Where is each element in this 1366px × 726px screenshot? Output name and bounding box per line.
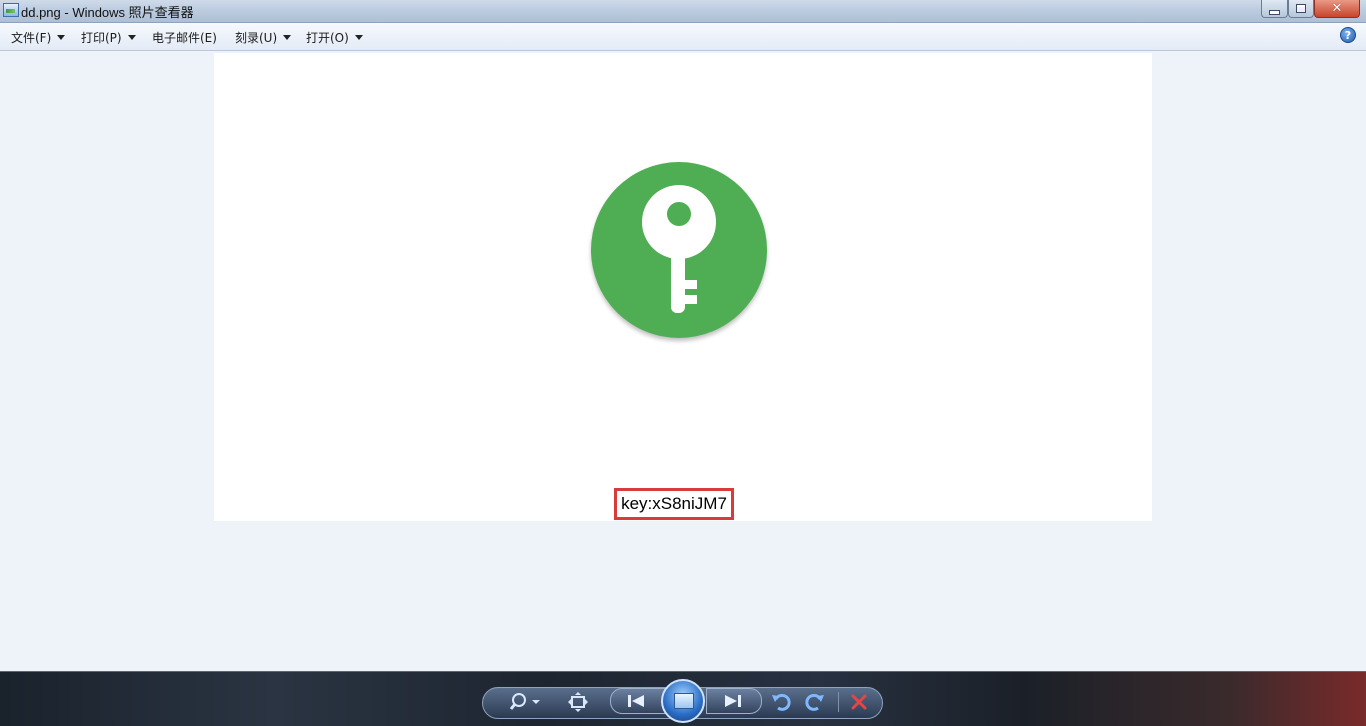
key-glyph xyxy=(642,185,717,313)
menu-print-label: 打印(P) xyxy=(81,31,122,45)
restore-icon xyxy=(1296,4,1306,13)
menu-file-label: 文件(F) xyxy=(11,31,52,45)
displayed-image: key:xS8niJM7 xyxy=(214,53,1152,521)
window-title: dd.png - Windows 照片查看器 xyxy=(21,5,194,20)
fit-window-icon xyxy=(568,692,588,712)
control-separator xyxy=(838,692,839,712)
chevron-down-icon xyxy=(354,35,363,40)
menu-burn[interactable]: 刻录(U) xyxy=(235,29,292,46)
menu-print[interactable]: 打印(P) xyxy=(81,29,136,46)
key-icon xyxy=(591,162,767,338)
menu-email-label: 电子邮件(E) xyxy=(152,31,217,45)
help-icon[interactable]: ? xyxy=(1340,27,1356,43)
close-button[interactable]: ✕ xyxy=(1314,0,1360,18)
key-caption: key:xS8niJM7 xyxy=(614,488,734,520)
skip-previous-icon xyxy=(628,695,644,707)
actual-size-button[interactable] xyxy=(566,690,590,714)
menu-file[interactable]: 文件(F) xyxy=(11,29,66,46)
rotate-clockwise-button[interactable] xyxy=(803,690,827,714)
delete-button[interactable] xyxy=(848,690,870,714)
title-bar[interactable]: dd.png - Windows 照片查看器 ✕ xyxy=(0,0,1366,23)
menu-bar: 文件(F) 打印(P) 电子邮件(E) 刻录(U) 打开(O) xyxy=(0,23,1366,51)
next-button[interactable] xyxy=(706,688,762,714)
menu-burn-label: 刻录(U) xyxy=(235,31,278,45)
menu-open[interactable]: 打开(O) xyxy=(306,29,363,46)
menu-open-label: 打开(O) xyxy=(306,31,349,45)
zoom-button[interactable] xyxy=(507,690,543,714)
photo-viewer-app-icon[interactable] xyxy=(3,3,19,17)
slideshow-button[interactable] xyxy=(661,679,705,723)
minimize-button[interactable] xyxy=(1261,0,1288,18)
minimize-icon xyxy=(1269,9,1280,15)
previous-button[interactable] xyxy=(610,688,666,714)
chevron-down-icon xyxy=(57,35,66,40)
restore-button[interactable] xyxy=(1288,0,1314,18)
chevron-down-icon xyxy=(127,35,136,40)
slideshow-icon xyxy=(674,693,694,709)
rotate-left-icon xyxy=(772,693,791,711)
delete-icon xyxy=(851,694,867,710)
rotate-counterclockwise-button[interactable] xyxy=(769,690,793,714)
chevron-down-icon xyxy=(283,35,292,40)
image-viewport[interactable]: key:xS8niJM7 xyxy=(0,51,1366,671)
skip-next-icon xyxy=(725,695,741,707)
menu-email[interactable]: 电子邮件(E) xyxy=(152,29,217,46)
close-icon: ✕ xyxy=(1331,1,1343,16)
magnifier-icon xyxy=(509,693,540,710)
rotate-right-icon xyxy=(805,693,824,711)
